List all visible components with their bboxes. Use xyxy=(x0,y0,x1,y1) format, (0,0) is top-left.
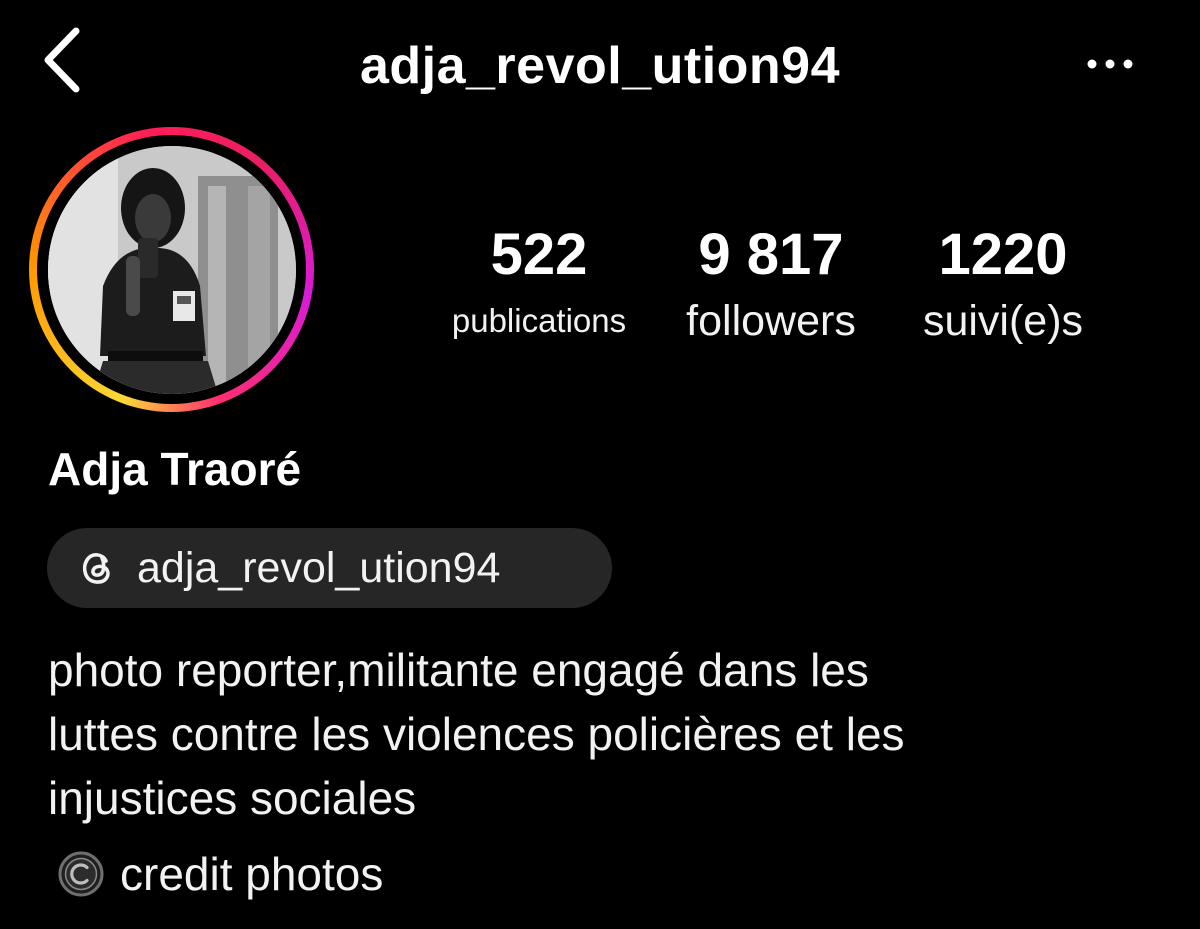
following-count-label: suivi(e)s xyxy=(922,297,1084,345)
bio-line: photo reporter,militante engagé dans les xyxy=(48,644,869,696)
followers-count-value: 9 817 xyxy=(698,222,844,287)
threads-link-button[interactable]: adja_revol_ution94 xyxy=(47,528,612,608)
copyright-icon xyxy=(56,849,106,899)
profile-username-title: adja_revol_ution94 xyxy=(359,37,841,95)
followers-count[interactable]: 9 817 followers xyxy=(664,222,878,344)
display-name: Adja Traoré xyxy=(48,443,302,495)
threads-handle: adja_revol_ution94 xyxy=(137,544,501,592)
posts-count-label: publications xyxy=(451,302,627,339)
threads-icon xyxy=(75,546,119,590)
avatar xyxy=(47,145,296,394)
profile-photo xyxy=(47,145,296,394)
more-horizontal-icon xyxy=(1087,56,1133,74)
more-options-button[interactable] xyxy=(1078,50,1142,80)
bio-line: injustices sociales xyxy=(48,772,417,824)
bio: photo reporter,militante engagé dans les… xyxy=(48,638,1168,830)
following-count-value: 1220 xyxy=(938,222,1068,287)
credit-line: credit photos xyxy=(56,846,383,902)
followers-count-label: followers xyxy=(686,297,856,345)
posts-count-value: 522 xyxy=(490,222,588,287)
bio-line: luttes contre les violences policières e… xyxy=(48,708,905,760)
story-ring[interactable] xyxy=(29,127,314,412)
posts-count[interactable]: 522 publications xyxy=(436,222,642,344)
following-count[interactable]: 1220 suivi(e)s xyxy=(896,222,1110,344)
avatar-gap xyxy=(37,135,306,404)
credit-text: credit photos xyxy=(120,848,384,900)
